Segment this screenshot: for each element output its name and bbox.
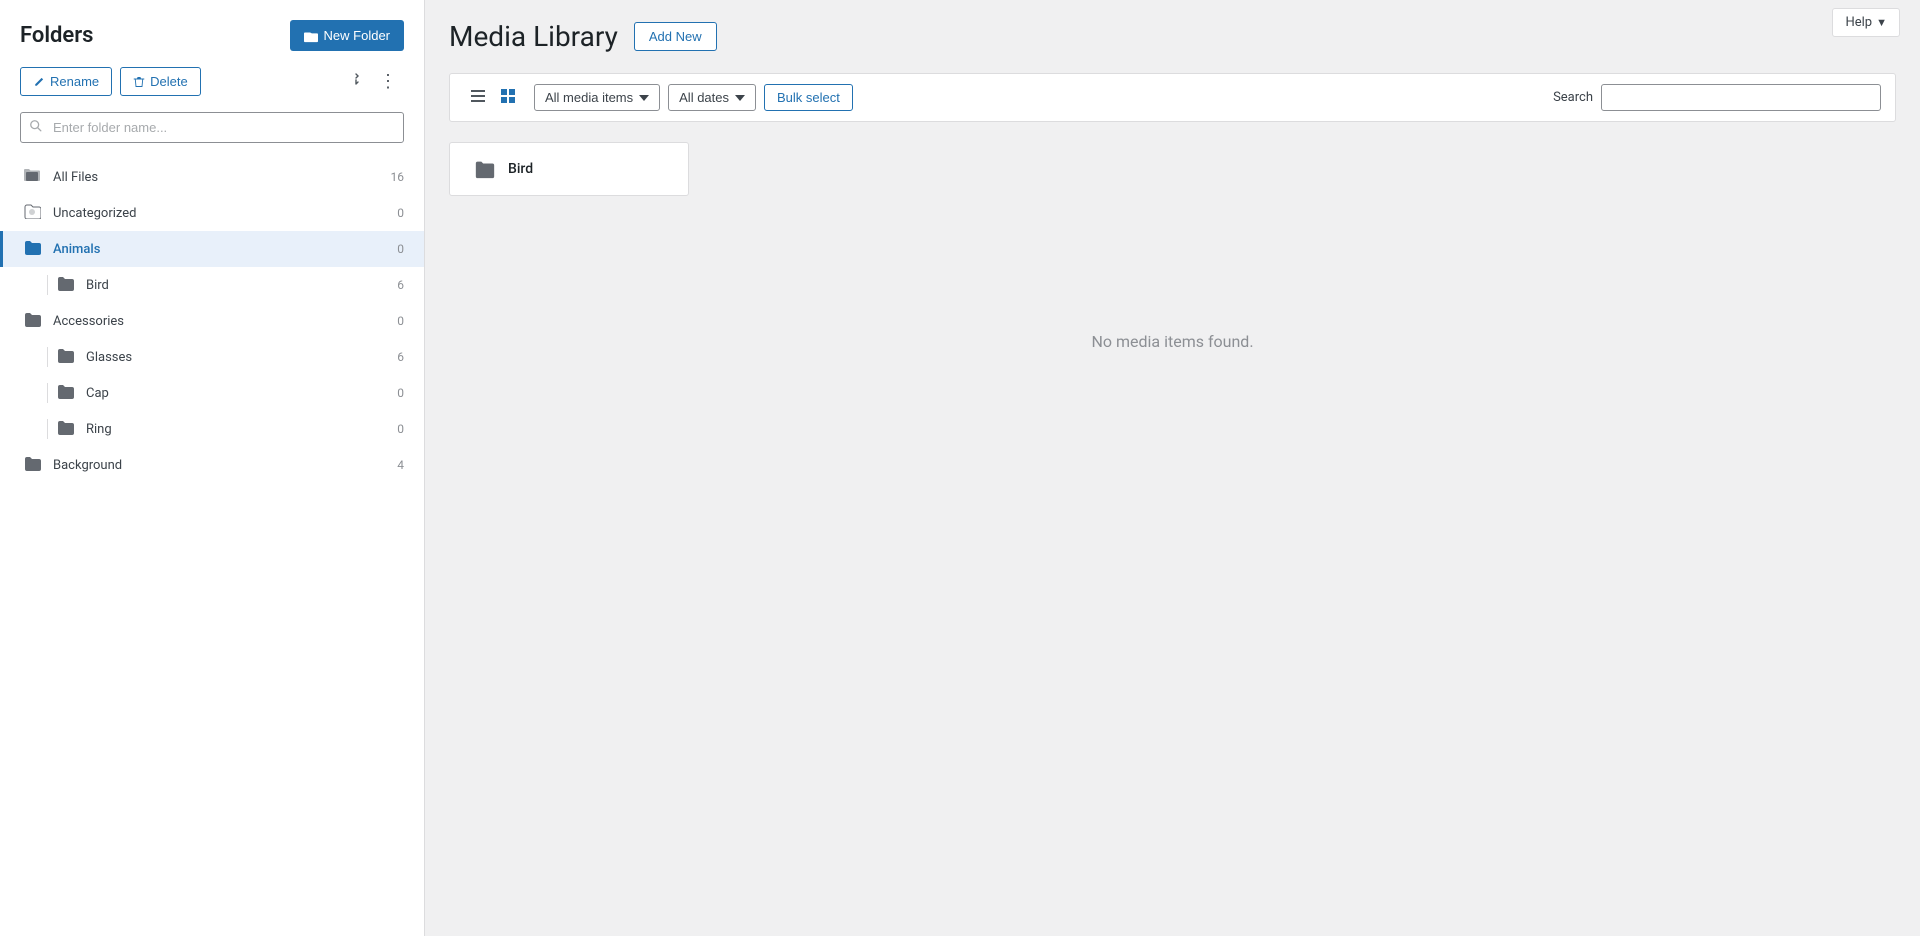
folder-search-input[interactable] bbox=[20, 112, 404, 143]
folder-name-label: Bird bbox=[86, 278, 384, 293]
folder-icon bbox=[23, 311, 41, 327]
folder-name-label: Accessories bbox=[53, 314, 384, 329]
folder-icon bbox=[56, 419, 74, 435]
bulk-select-button[interactable]: Bulk select bbox=[764, 84, 853, 111]
tree-connector bbox=[47, 347, 48, 367]
tree-connector bbox=[47, 419, 48, 439]
folder-name-label: Background bbox=[53, 458, 384, 473]
folder-card-icon bbox=[474, 159, 496, 179]
media-type-label: All media items bbox=[545, 90, 633, 105]
add-new-button[interactable]: Add New bbox=[634, 22, 717, 51]
sort-button[interactable] bbox=[337, 67, 365, 96]
folder-icon-wrap bbox=[23, 167, 43, 187]
folder-icon bbox=[56, 275, 74, 291]
more-options-button[interactable]: ⋮ bbox=[373, 68, 404, 96]
folder-icon-wrap bbox=[23, 239, 43, 259]
folder-count-badge: 0 bbox=[384, 314, 404, 328]
bird-folder-card[interactable]: Bird bbox=[449, 142, 689, 196]
grid-view-button[interactable] bbox=[494, 84, 522, 111]
folder-name-label: Ring bbox=[86, 422, 384, 437]
folder-icon bbox=[56, 347, 74, 363]
folder-count-badge: 0 bbox=[384, 242, 404, 256]
folder-count-badge: 6 bbox=[384, 350, 404, 364]
all-files-icon bbox=[23, 167, 41, 183]
date-filter[interactable]: All dates bbox=[668, 84, 756, 111]
folder-count-badge: 16 bbox=[384, 170, 404, 184]
sort-icon bbox=[343, 71, 359, 87]
rename-label: Rename bbox=[50, 74, 99, 89]
sidebar: Folders New Folder Rename Delete bbox=[0, 0, 425, 936]
folder-icon-wrap bbox=[56, 347, 76, 367]
help-label: Help bbox=[1845, 15, 1872, 30]
folder-count-badge: 4 bbox=[384, 458, 404, 472]
sidebar-folder-background[interactable]: Background 4 bbox=[0, 447, 424, 483]
delete-button[interactable]: Delete bbox=[120, 67, 201, 96]
grid-view-icon bbox=[500, 88, 516, 104]
folder-search-container bbox=[20, 112, 404, 143]
folder-icon-wrap bbox=[56, 383, 76, 403]
folder-count-badge: 0 bbox=[384, 422, 404, 436]
tree-connector bbox=[47, 383, 48, 403]
more-dots-icon: ⋮ bbox=[379, 71, 398, 91]
folder-name-label: Glasses bbox=[86, 350, 384, 365]
view-toggle bbox=[464, 84, 522, 111]
sidebar-header: Folders New Folder bbox=[0, 20, 424, 67]
rename-icon bbox=[33, 76, 45, 88]
page-title: Media Library bbox=[449, 20, 618, 53]
rename-button[interactable]: Rename bbox=[20, 67, 112, 96]
folder-search-icon bbox=[29, 119, 43, 137]
folder-icon-wrap bbox=[56, 275, 76, 295]
media-grid: Bird No media items found. bbox=[449, 142, 1896, 351]
folder-count-badge: 6 bbox=[384, 278, 404, 292]
sidebar-folder-ring[interactable]: Ring 0 bbox=[0, 411, 424, 447]
folder-icon-wrap bbox=[23, 311, 43, 331]
sidebar-folder-bird[interactable]: Bird 6 bbox=[0, 267, 424, 303]
sidebar-folder-animals[interactable]: Animals 0 bbox=[0, 231, 424, 267]
date-filter-label: All dates bbox=[679, 90, 729, 105]
new-folder-label: New Folder bbox=[324, 28, 390, 43]
folder-icon bbox=[56, 383, 74, 399]
folder-icon-wrap bbox=[23, 203, 43, 223]
media-type-filter[interactable]: All media items bbox=[534, 84, 660, 111]
search-label: Search bbox=[1553, 90, 1593, 105]
delete-label: Delete bbox=[150, 74, 188, 89]
folder-name-label: Cap bbox=[86, 386, 384, 401]
folder-list: All Files 16 Uncategorized 0 Animals 0 B… bbox=[0, 159, 424, 483]
list-view-icon bbox=[470, 88, 486, 104]
media-search-input[interactable] bbox=[1601, 84, 1881, 111]
chevron-down-icon bbox=[639, 95, 649, 101]
folder-count-badge: 0 bbox=[384, 206, 404, 220]
chevron-down-icon bbox=[735, 95, 745, 101]
main-content: Media Library Add New bbox=[425, 0, 1920, 936]
folder-toolbar: Rename Delete ⋮ bbox=[0, 67, 424, 112]
sidebar-folder-accessories[interactable]: Accessories 0 bbox=[0, 303, 424, 339]
main-header: Media Library Add New bbox=[449, 20, 1896, 53]
sidebar-folder-all-files[interactable]: All Files 16 bbox=[0, 159, 424, 195]
sidebar-title: Folders bbox=[20, 23, 94, 48]
folder-name-label: Uncategorized bbox=[53, 206, 384, 221]
search-area: Search bbox=[1553, 84, 1881, 111]
sidebar-folder-uncategorized[interactable]: Uncategorized 0 bbox=[0, 195, 424, 231]
folder-icon-wrap bbox=[56, 419, 76, 439]
folder-name-label: All Files bbox=[53, 170, 384, 185]
folder-name-label: Animals bbox=[53, 242, 384, 257]
help-button[interactable]: Help ▼ bbox=[1832, 8, 1900, 37]
help-chevron-icon: ▼ bbox=[1876, 16, 1887, 29]
list-view-button[interactable] bbox=[464, 84, 492, 111]
bird-folder-name: Bird bbox=[508, 161, 533, 177]
trash-icon bbox=[133, 76, 145, 88]
new-folder-button[interactable]: New Folder bbox=[290, 20, 404, 51]
folder-icon-wrap bbox=[23, 455, 43, 475]
folder-icon bbox=[23, 239, 41, 255]
sidebar-folder-glasses[interactable]: Glasses 6 bbox=[0, 339, 424, 375]
folder-icon bbox=[23, 455, 41, 471]
folder-count-badge: 0 bbox=[384, 386, 404, 400]
uncategorized-icon bbox=[23, 203, 41, 219]
folder-plus-icon bbox=[304, 29, 318, 43]
no-items-message: No media items found. bbox=[449, 332, 1896, 351]
sidebar-folder-cap[interactable]: Cap 0 bbox=[0, 375, 424, 411]
media-toolbar: All media items All dates Bulk select Se… bbox=[449, 73, 1896, 122]
tree-connector bbox=[47, 275, 48, 295]
